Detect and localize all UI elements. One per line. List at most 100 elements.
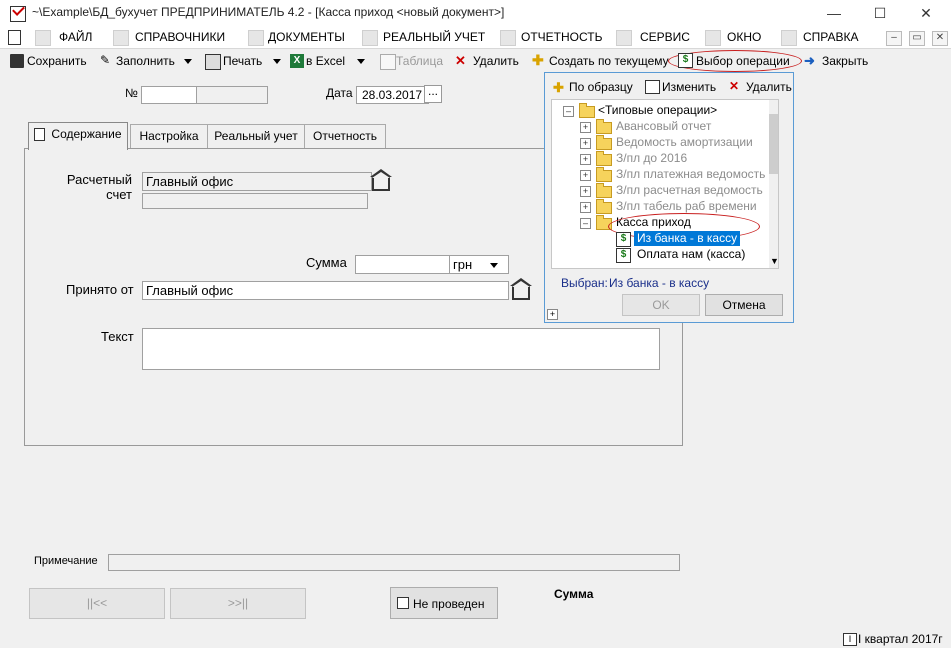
documents-menu-icon [248,30,264,46]
fill-icon: ✎ [100,53,111,67]
menu-help[interactable]: СПРАВКА [803,30,859,44]
choose-operation-button[interactable]: Выбор операции [696,54,790,68]
menu-real-accounting[interactable]: РЕАЛЬНЫЙ УЧЕТ [383,30,485,44]
mdi-close-button[interactable]: ✕ [932,31,948,46]
window-menu-icon [705,30,721,46]
menu-bar: ФАЙЛ СПРАВОЧНИКИ ДОКУМЕНТЫ РЕАЛЬНЫЙ УЧЕТ… [0,27,951,49]
operation-icon: $ [616,248,631,263]
first-record-button[interactable]: ||<< [29,588,165,619]
period-text: I квартал 2017г [858,632,943,646]
date-field[interactable]: 28.03.2017 [356,86,429,104]
menu-documents[interactable]: ДОКУМЕНТЫ [268,30,345,44]
operation-icon: $ [616,232,631,247]
number-suffix-field [196,86,268,104]
expand-icon[interactable]: + [580,202,591,213]
minimize-button[interactable]: — [811,0,857,27]
mdi-restore-button[interactable]: ▭ [909,31,925,46]
table-icon [380,54,396,70]
account-field[interactable]: Главный офис [142,172,372,191]
date-picker-button[interactable]: ... [424,85,442,103]
delete-button[interactable]: Удалить [473,54,519,68]
delete-icon: ✕ [729,79,740,93]
excel-dropdown-icon[interactable] [357,59,365,64]
print-button[interactable]: Печать [223,54,262,68]
tree-folder-label: З/пл расчетная ведомость [616,183,763,197]
edit-button[interactable]: Изменить [662,80,716,94]
tab-content[interactable]: Содержание [28,122,128,150]
close-button[interactable]: Закрыть [822,54,868,68]
home-icon[interactable] [370,169,392,191]
scroll-down-icon[interactable]: ▼ [770,256,778,266]
tree-operation-label: Из банка - в кассу [634,231,741,246]
note-label: Примечание [34,555,98,567]
tab-reports[interactable]: Отчетность [304,124,386,148]
maximize-button[interactable]: ☐ [857,0,903,27]
expand-icon[interactable]: + [580,138,591,149]
page-icon [34,128,46,142]
save-button[interactable]: Сохранить [27,54,87,68]
operations-tree[interactable]: ▼ – <Типовые операции> + Авансовый отчет… [551,99,779,269]
posted-status-box[interactable]: Не проведен [390,587,498,619]
date-label: Дата [326,86,353,100]
currency-select[interactable]: грн [449,255,509,274]
text-area[interactable] [142,328,660,370]
help-menu-icon [781,30,797,46]
collapse-icon[interactable]: – [563,106,574,117]
title-bar: ~\Example\БД_бухучет ПРЕДПРИНИМАТЕЛЬ 4.2… [0,0,951,27]
delete-icon: ✕ [455,53,466,68]
save-icon [10,54,24,68]
app-icon [10,6,26,22]
folder-icon [596,151,612,166]
menu-reports[interactable]: ОТЧЕТНОСТЬ [521,30,602,44]
tab-settings[interactable]: Настройка [130,124,208,148]
currency-dropdown-icon[interactable] [490,263,498,268]
posted-status-label: Не проведен [413,597,485,611]
mdi-minimize-button[interactable]: – [886,31,902,46]
expand-icon[interactable]: + [580,122,591,133]
home-icon[interactable] [510,278,532,300]
tree-root-label: <Типовые операции> [598,103,718,117]
fill-dropdown-icon[interactable] [184,59,192,64]
received-from-label: Принято от [66,282,134,297]
tab-real-accounting[interactable]: Реальный учет [207,124,305,148]
last-record-button[interactable]: >>|| [170,588,306,619]
sum-field[interactable] [355,255,450,274]
sum-caption: Сумма [554,587,594,601]
status-bar: I I квартал 2017г [0,630,951,648]
expand-icon[interactable]: + [580,186,591,197]
create-from-current-button[interactable]: Создать по текущему [549,54,669,68]
resize-grip-icon[interactable]: + [547,309,558,320]
operation-icon: $ [678,53,693,68]
selected-value: Из банка - в кассу [609,276,710,290]
table-button[interactable]: Таблица [396,54,443,68]
directories-menu-icon [113,30,129,46]
excel-icon: X [290,54,304,68]
folder-icon [596,135,612,150]
cancel-button[interactable]: Отмена [705,294,783,316]
edit-icon [645,80,660,94]
create-from-icon: ✚ [532,52,544,68]
number-field[interactable] [141,86,197,104]
menu-file[interactable]: ФАЙЛ [59,30,92,44]
fill-button[interactable]: Заполнить [116,54,175,68]
print-dropdown-icon[interactable] [273,59,281,64]
folder-open-icon [579,103,595,118]
close-window-button[interactable]: ✕ [903,0,949,27]
ok-button[interactable]: OK [622,294,700,316]
menu-directories[interactable]: СПРАВОЧНИКИ [135,30,225,44]
tree-scrollbar-thumb[interactable] [769,114,778,174]
excel-button[interactable]: в Excel [306,54,345,68]
expand-icon[interactable]: + [580,154,591,165]
posted-checkbox[interactable] [397,597,409,609]
menu-window[interactable]: ОКНО [727,30,761,44]
received-from-field[interactable]: Главный офис [142,281,509,300]
tree-folder-label: Ведомость амортизации [616,135,753,149]
expand-icon[interactable]: + [580,170,591,181]
collapse-icon[interactable]: – [580,218,591,229]
add-icon: ✚ [553,80,564,95]
file-menu-icon [35,30,51,46]
by-sample-button[interactable]: По образцу [569,80,633,94]
service-menu-icon [616,30,632,46]
popup-delete-button[interactable]: Удалить [746,80,792,94]
menu-service[interactable]: СЕРВИС [640,30,690,44]
